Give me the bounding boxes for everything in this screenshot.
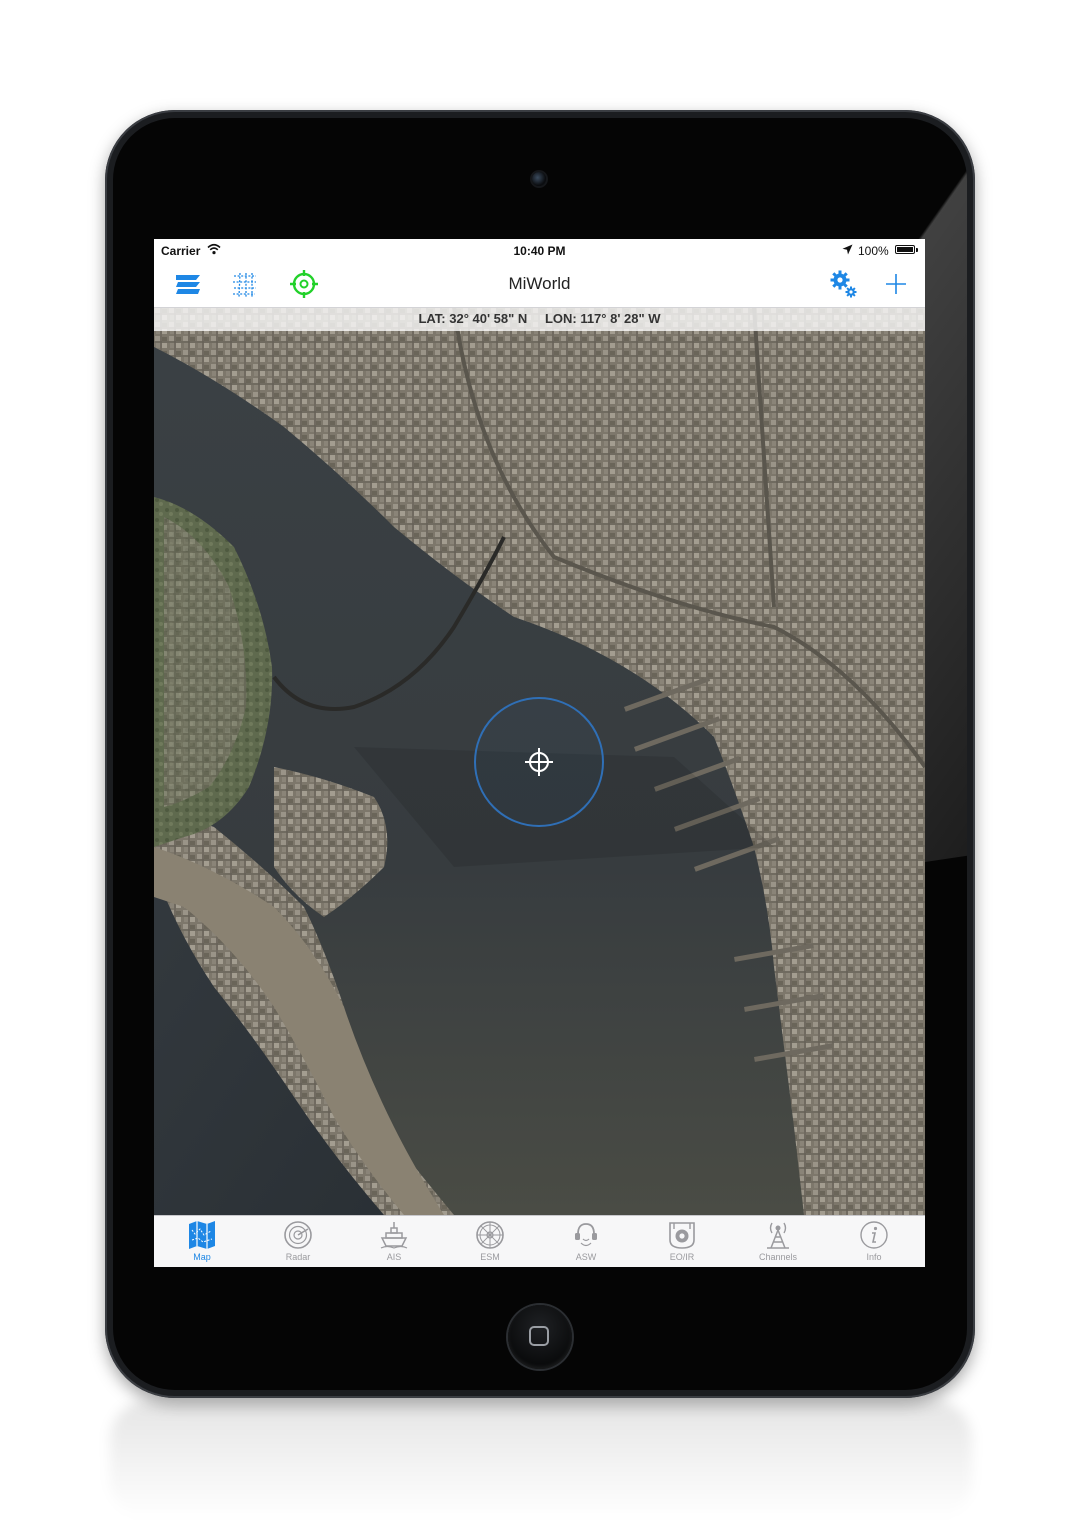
tab-radar[interactable]: Radar: [250, 1216, 346, 1267]
tab-label: Info: [866, 1252, 882, 1262]
radar-icon: [284, 1221, 312, 1249]
front-camera: [532, 172, 546, 186]
longitude-label: LON: 117° 8' 28" W: [544, 311, 661, 326]
satellite-map[interactable]: LAT: 32° 40' 58" N LON: 117° 8' 28" W: [154, 307, 925, 1215]
antenna-tower-icon: [767, 1222, 789, 1249]
tab-label: Channels: [758, 1252, 798, 1262]
home-square-icon: [529, 1326, 549, 1346]
esm-wheel-icon: [476, 1221, 504, 1249]
tab-channels[interactable]: Channels: [730, 1216, 826, 1267]
settings-button[interactable]: [827, 268, 859, 300]
coordinate-readout: LAT: 32° 40' 58" N LON: 117° 8' 28" W: [154, 307, 925, 331]
status-bar: Carrier 10:40 PM 100%: [154, 239, 925, 261]
info-icon: [860, 1221, 888, 1249]
app-screen: Carrier 10:40 PM 100% MiWorld LAT: 32° 4…: [154, 239, 925, 1267]
tab-asw[interactable]: ASW: [538, 1216, 634, 1267]
home-button[interactable]: [508, 1305, 572, 1369]
tab-map[interactable]: Map: [154, 1216, 250, 1267]
tab-label: EO/IR: [669, 1252, 695, 1262]
tab-eo-ir[interactable]: EO/IR: [634, 1216, 730, 1267]
ship-icon: [380, 1222, 408, 1249]
battery-icon: [895, 245, 918, 254]
app-title: MiWorld: [508, 274, 571, 293]
tab-label: Map: [193, 1252, 211, 1262]
tab-label: ASW: [575, 1252, 597, 1262]
settings-gears-icon: [830, 270, 857, 298]
tab-esm[interactable]: ESM: [442, 1216, 538, 1267]
tab-ais[interactable]: AIS: [346, 1216, 442, 1267]
sonar-icon: [575, 1223, 597, 1247]
battery-percent: 100%: [858, 244, 889, 258]
map-icon: [189, 1221, 215, 1249]
tab-label: ESM: [480, 1252, 500, 1262]
device-mockup: Carrier 10:40 PM 100% MiWorld LAT: 32° 4…: [0, 0, 1071, 1533]
device-reflection: [110, 1400, 972, 1520]
location-arrow-icon: [842, 244, 853, 255]
navigation-bar: MiWorld: [154, 261, 925, 308]
latitude-label: LAT: 32° 40' 58" N: [418, 311, 528, 326]
camera-icon: [669, 1222, 695, 1249]
tab-label: AIS: [386, 1252, 402, 1262]
tab-info[interactable]: Info: [826, 1216, 922, 1267]
map-center-crosshair[interactable]: [472, 695, 606, 829]
tab-label: Radar: [285, 1252, 311, 1262]
add-icon: [886, 274, 906, 294]
add-button[interactable]: [880, 268, 912, 300]
tab-bar: Map Radar AIS ESM ASW EO/IR Channels Inf…: [154, 1215, 925, 1267]
clock: 10:40 PM: [513, 244, 566, 258]
